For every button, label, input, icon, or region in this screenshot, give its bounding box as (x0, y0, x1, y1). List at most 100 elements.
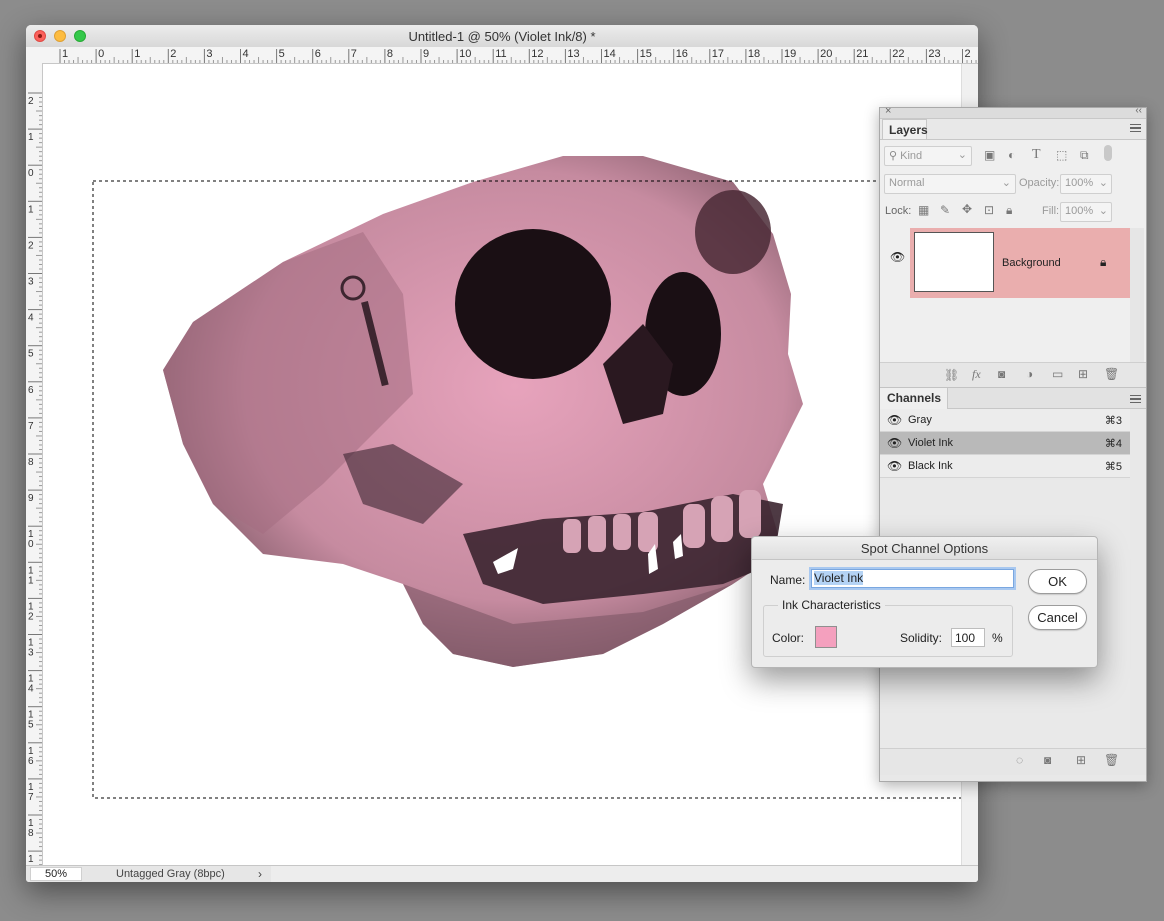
ruler-label: 14 (604, 48, 616, 60)
ok-button[interactable]: OK (1028, 569, 1087, 594)
ruler-label: 19 (784, 48, 796, 60)
channel-visibility-eye-icon[interactable]: 👁︎ (887, 436, 902, 450)
ruler-label: 2 (28, 611, 34, 622)
ruler-label: 4 (243, 48, 249, 60)
adjustment-layer-filter-icon[interactable]: ◐ (1008, 148, 1015, 162)
layer-lock-icon[interactable]: 🔒︎ (1100, 255, 1106, 270)
layers-panel-menu-icon[interactable] (1130, 124, 1141, 132)
ruler-label: 5 (28, 349, 34, 360)
lock-transparent-pixels-icon[interactable]: ▦ (918, 203, 929, 217)
ruler-label: 22 (892, 48, 904, 60)
collapse-panel-icon[interactable]: ‹‹ (1135, 105, 1142, 116)
horizontal-ruler[interactable]: 1 0 1 2 3 4 5 6 7 8 9 10 11 12 13 14 15 16 17 18 19 20 21 22 23 2 (26, 47, 978, 64)
lock-position-icon[interactable]: ✥ (962, 202, 972, 216)
channel-visibility-eye-icon[interactable]: 👁︎ (887, 413, 902, 427)
panel-header-bar[interactable]: × ‹‹ (880, 105, 1146, 119)
ruler-label: 0 (98, 48, 104, 60)
cancel-button[interactable]: Cancel (1028, 605, 1087, 630)
ink-color-swatch[interactable] (815, 626, 837, 648)
ruler-label: 8 (28, 828, 34, 839)
ruler-label: 2 (170, 48, 176, 60)
ruler-label: 1 (28, 132, 34, 143)
layer-name[interactable]: Background (1002, 257, 1061, 269)
status-menu-arrow-icon[interactable]: › (258, 867, 262, 881)
filter-kind-label: Kind (900, 150, 923, 162)
ruler-label: 1 (28, 575, 34, 586)
layer-row-background[interactable]: Background 🔒︎ (910, 228, 1130, 298)
channel-row-gray[interactable]: 👁︎ Gray ⌘3 (880, 409, 1130, 432)
filter-toggle-switch[interactable] (1104, 145, 1112, 161)
document-canvas[interactable] (43, 64, 961, 865)
document-info[interactable]: Untagged Gray (8bpc) (116, 868, 225, 880)
tab-layers[interactable]: Layers (882, 119, 928, 139)
smart-object-filter-icon[interactable]: ⧉ (1080, 148, 1089, 163)
opacity-field[interactable]: 100% ⌄ (1060, 174, 1112, 194)
new-layer-icon[interactable]: ⊞ (1078, 367, 1088, 381)
dialog-titlebar[interactable]: Spot Channel Options (752, 537, 1097, 560)
pixel-layer-filter-icon[interactable]: ▣ (984, 148, 995, 162)
ruler-label: 23 (928, 48, 940, 60)
ruler-label: 7 (28, 792, 34, 803)
lock-artboard-icon[interactable]: ⊡ (984, 203, 994, 217)
chevron-down-icon: ⌄ (1098, 177, 1108, 189)
vertical-ruler-ticks: 21012345678910111213141516171819 (28, 92, 42, 865)
channels-panel-menu-icon[interactable] (1130, 395, 1141, 403)
ruler-label: 5 (28, 720, 34, 731)
layer-style-fx-icon[interactable]: fx (972, 367, 981, 382)
save-selection-as-channel-icon[interactable]: ◙ (1044, 753, 1051, 767)
name-label: Name: (770, 573, 806, 587)
ruler-label: 1 (134, 48, 140, 60)
document-title: Untitled-1 @ 50% (Violet Ink/8) * (408, 29, 596, 44)
document-titlebar[interactable]: Untitled-1 @ 50% (Violet Ink/8) * (26, 25, 978, 48)
link-layers-icon[interactable]: ⛓ (944, 368, 959, 382)
blend-mode-select[interactable]: Normal ⌄ (884, 174, 1016, 194)
fill-label: Fill: (1042, 205, 1060, 217)
new-group-folder-icon[interactable]: ▭ (1052, 367, 1063, 381)
tab-channels[interactable]: Channels (880, 388, 949, 409)
channel-visibility-eye-icon[interactable]: 👁︎ (887, 459, 902, 473)
load-channel-as-selection-icon[interactable]: ◌ (1016, 753, 1023, 767)
ruler-label: 9 (423, 48, 429, 60)
close-panel-icon[interactable]: × (885, 105, 891, 117)
add-mask-icon[interactable]: ◙ (998, 367, 1005, 381)
new-adjustment-layer-icon[interactable]: ◑ (1026, 367, 1033, 381)
ruler-label: 12 (531, 48, 543, 60)
ruler-label: 6 (28, 385, 34, 396)
chevron-down-icon: ⌄ (1098, 205, 1108, 217)
ruler-label: 10 (459, 48, 471, 60)
delete-layer-trash-icon[interactable]: 🗑︎ (1104, 367, 1119, 381)
ruler-label: 6 (315, 48, 321, 60)
ruler-label: 16 (676, 48, 688, 60)
ruler-label: 3 (28, 277, 34, 288)
channel-name-input[interactable]: Violet Ink (811, 569, 1014, 588)
new-channel-icon[interactable]: ⊞ (1076, 753, 1086, 767)
delete-channel-trash-icon[interactable]: 🗑︎ (1104, 753, 1119, 767)
layers-channels-panel: × ‹‹ Layers ⚲ Kind ⌄ ▣ ◐ T ⬚ ⧉ Normal ⌄ … (879, 105, 1147, 782)
chevron-down-icon: ⌄ (957, 149, 967, 161)
solidity-label: Solidity: (900, 631, 943, 645)
channel-row-violet-ink[interactable]: 👁︎ Violet Ink ⌘4 (880, 432, 1130, 455)
skull-artwork (92, 156, 961, 799)
vertical-ruler[interactable]: 21012345678910111213141516171819 (26, 63, 43, 865)
solidity-input[interactable]: 100 (951, 628, 985, 647)
channel-row-black-ink[interactable]: 👁︎ Black Ink ⌘5 (880, 455, 1130, 478)
layer-filter-kind[interactable]: ⚲ Kind ⌄ (884, 146, 972, 166)
type-layer-filter-icon[interactable]: T (1032, 147, 1041, 163)
shape-layer-filter-icon[interactable]: ⬚ (1056, 148, 1067, 162)
horizontal-scrollbar[interactable] (271, 866, 978, 882)
lock-image-pixels-icon[interactable]: ✎ (940, 203, 950, 217)
ruler-label: 7 (28, 421, 34, 432)
zoom-field[interactable]: 50% (30, 867, 82, 881)
status-bar: 50% Untagged Gray (8bpc) › (26, 865, 978, 882)
opacity-value: 100% (1065, 177, 1094, 189)
lock-all-icon[interactable]: 🔒︎ (1006, 203, 1012, 218)
ruler-label: 17 (712, 48, 724, 60)
ruler-label: 21 (856, 48, 868, 60)
layer-visibility-eye-icon[interactable]: 👁︎ (890, 250, 905, 264)
ruler-label: 1 (28, 204, 34, 215)
layers-panel-body: ⚲ Kind ⌄ ▣ ◐ T ⬚ ⧉ Normal ⌄ Opacity: 100… (880, 139, 1146, 397)
ruler-label: 6 (28, 756, 34, 767)
fill-field[interactable]: 100% ⌄ (1060, 202, 1112, 222)
ruler-label: 2 (28, 240, 34, 251)
channel-name: Violet Ink (908, 437, 954, 449)
